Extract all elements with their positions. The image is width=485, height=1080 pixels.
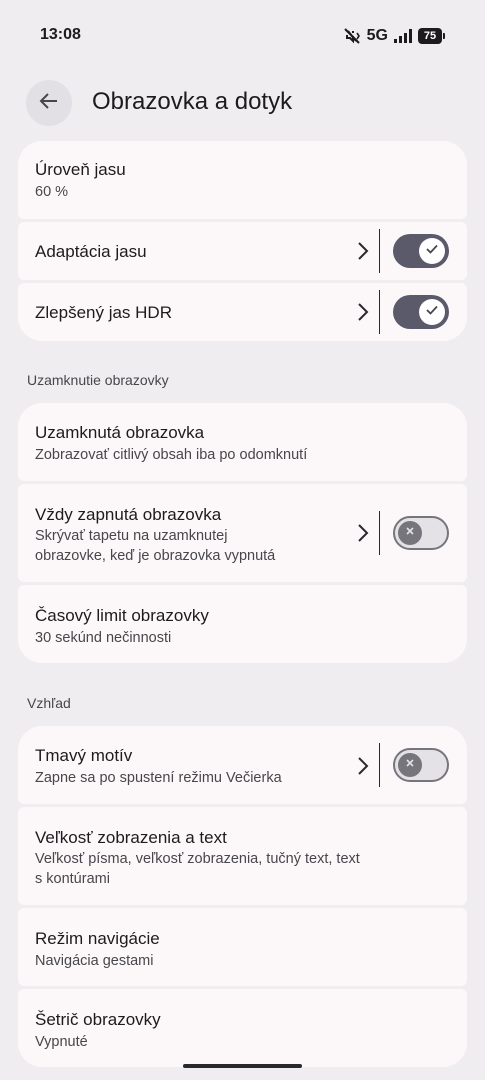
toggle-knob xyxy=(419,299,445,325)
item-subtitle-line1: Veľkosť písma, veľkosť zobrazenia, tučný… xyxy=(35,851,360,867)
chevron-right-icon xyxy=(357,523,369,543)
item-title: Úroveň jasu xyxy=(35,160,126,179)
divider xyxy=(379,290,380,334)
page-title: Obrazovka a dotyk xyxy=(92,88,293,115)
item-title: Vždy zapnutá obrazovka xyxy=(35,505,222,524)
item-subtitle: 60 % xyxy=(35,184,69,200)
item-subtitle-line2: s kontúrami xyxy=(35,871,110,887)
item-subtitle: Zobrazovať citlivý obsah iba po odomknut… xyxy=(35,447,308,463)
item-subtitle: Vypnuté xyxy=(35,1034,88,1050)
hdr-brightness-toggle[interactable] xyxy=(393,295,449,329)
signal-icon xyxy=(394,29,412,43)
battery-tip xyxy=(443,33,445,39)
item-subtitle-line1: Skrývať tapetu na uzamknutej xyxy=(35,528,228,544)
check-icon xyxy=(425,303,439,322)
battery-indicator: 75 xyxy=(418,28,445,44)
screen-timeout-item[interactable]: Časový limit obrazovky 30 sekúnd nečinno… xyxy=(18,585,467,663)
navigation-mode-item[interactable]: Režim navigácie Navigácia gestami xyxy=(18,908,467,986)
status-bar: 13:08 5G 75 xyxy=(0,0,485,72)
chevron-right-icon xyxy=(357,241,369,261)
item-title: Veľkosť zobrazenia a text xyxy=(35,828,227,847)
display-size-item[interactable]: Veľkosť zobrazenia a text Veľkosť písma,… xyxy=(18,807,467,905)
item-title: Uzamknutá obrazovka xyxy=(35,423,205,442)
item-title: Šetrič obrazovky xyxy=(35,1010,161,1029)
vibrate-off-icon xyxy=(343,27,361,45)
network-type: 5G xyxy=(366,27,388,44)
adaptive-brightness-item[interactable]: Adaptácia jasu xyxy=(18,222,467,280)
section-label-appearance: Vzhľad xyxy=(27,695,71,711)
battery-level: 75 xyxy=(418,28,442,44)
back-button[interactable] xyxy=(26,80,72,126)
item-title: Tmavý motív xyxy=(35,746,133,765)
lock-group: Uzamknutá obrazovka Zobrazovať citlivý o… xyxy=(18,403,467,663)
always-on-toggle[interactable] xyxy=(393,516,449,550)
section-label-lock: Uzamknutie obrazovky xyxy=(27,372,169,388)
screen-saver-item[interactable]: Šetrič obrazovky Vypnuté xyxy=(18,989,467,1067)
item-title: Režim navigácie xyxy=(35,929,160,948)
item-subtitle: Navigácia gestami xyxy=(35,953,154,969)
item-subtitle: 30 sekúnd nečinnosti xyxy=(35,630,172,646)
item-subtitle: Zapne sa po spustení režimu Večierka xyxy=(35,770,282,786)
lock-screen-item[interactable]: Uzamknutá obrazovka Zobrazovať citlivý o… xyxy=(18,403,467,481)
status-time: 13:08 xyxy=(40,26,81,43)
divider xyxy=(379,743,380,787)
home-indicator[interactable] xyxy=(183,1064,302,1068)
brightness-level-item[interactable]: Úroveň jasu 60 % xyxy=(18,141,467,219)
hdr-brightness-item[interactable]: Zlepšený jas HDR xyxy=(18,283,467,341)
chevron-right-icon xyxy=(357,302,369,322)
divider xyxy=(379,229,380,273)
arrow-left-icon xyxy=(38,90,60,117)
item-title: Adaptácia jasu xyxy=(35,242,147,261)
brightness-group: Úroveň jasu 60 % Adaptácia jasu Zlepšený… xyxy=(18,141,467,341)
dark-theme-item[interactable]: Tmavý motív Zapne sa po spustení režimu … xyxy=(18,726,467,804)
adaptive-brightness-toggle[interactable] xyxy=(393,234,449,268)
toggle-knob xyxy=(398,521,422,545)
close-icon xyxy=(404,524,416,542)
item-title: Zlepšený jas HDR xyxy=(35,303,172,322)
toggle-knob xyxy=(398,753,422,777)
divider xyxy=(379,511,380,555)
item-subtitle-line2: obrazovke, keď je obrazovka vypnutá xyxy=(35,548,276,564)
chevron-right-icon xyxy=(357,756,369,776)
check-icon xyxy=(425,242,439,261)
appearance-group: Tmavý motív Zapne sa po spustení režimu … xyxy=(18,726,467,1067)
item-title: Časový limit obrazovky xyxy=(35,606,209,625)
toggle-knob xyxy=(419,238,445,264)
dark-theme-toggle[interactable] xyxy=(393,748,449,782)
status-icons: 5G 75 xyxy=(343,26,445,46)
close-icon xyxy=(404,756,416,774)
always-on-item[interactable]: Vždy zapnutá obrazovka Skrývať tapetu na… xyxy=(18,484,467,582)
header: Obrazovka a dotyk xyxy=(0,80,485,128)
